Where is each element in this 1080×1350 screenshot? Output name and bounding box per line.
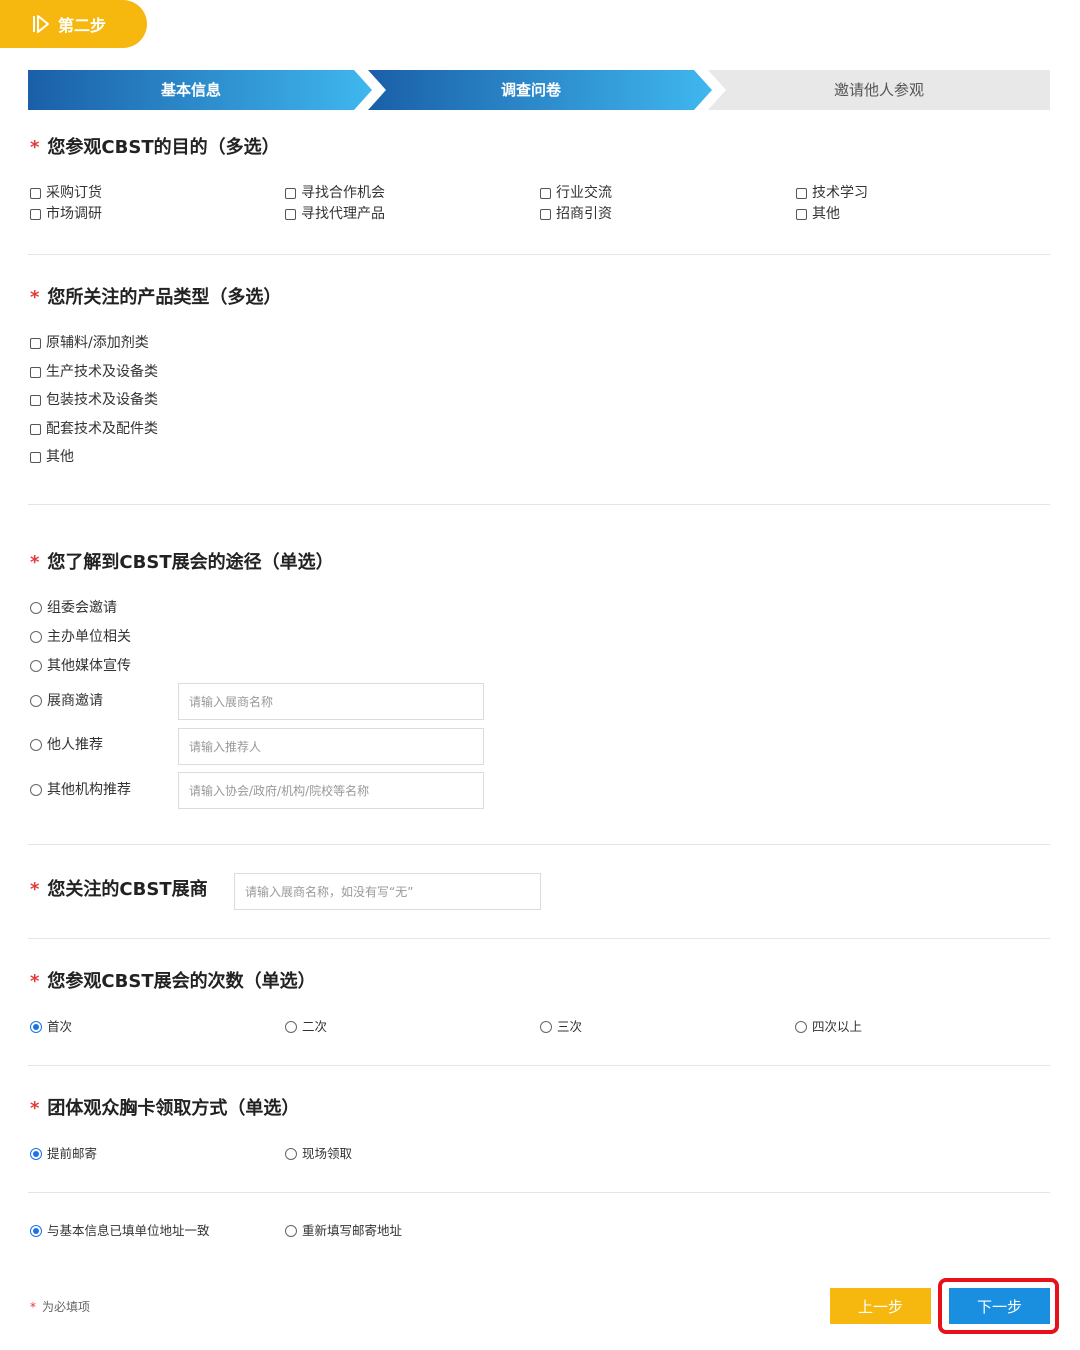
required-star: * bbox=[30, 971, 40, 992]
q5-option[interactable]: 二次 bbox=[285, 1017, 327, 1037]
q1-option[interactable]: 寻找合作机会 bbox=[285, 183, 385, 203]
radio-checked[interactable] bbox=[30, 1148, 42, 1160]
q1-option[interactable]: 其他 bbox=[796, 204, 840, 224]
q2-title: * 您所关注的产品类型（多选） bbox=[30, 287, 282, 308]
divider bbox=[28, 938, 1050, 939]
checkbox[interactable] bbox=[796, 187, 807, 199]
progress-step-2: 调查问卷 bbox=[500, 81, 561, 99]
divider bbox=[28, 1192, 1050, 1193]
radio[interactable] bbox=[30, 602, 42, 614]
divider bbox=[28, 844, 1050, 845]
referrer-input[interactable] bbox=[178, 728, 484, 765]
checkbox[interactable] bbox=[30, 423, 41, 435]
checkbox[interactable] bbox=[30, 337, 41, 349]
required-star: * bbox=[30, 1098, 40, 1119]
q3-option[interactable]: 其他媒体宣传 bbox=[30, 656, 131, 676]
checkbox[interactable] bbox=[285, 208, 296, 220]
q1-option[interactable]: 行业交流 bbox=[540, 183, 612, 203]
exhibitor-name-input[interactable] bbox=[178, 683, 484, 720]
q6-option[interactable]: 现场领取 bbox=[285, 1144, 352, 1164]
radio[interactable] bbox=[30, 784, 42, 796]
q5-option[interactable]: 三次 bbox=[540, 1017, 582, 1037]
radio[interactable] bbox=[285, 1148, 297, 1160]
q1-title: * 您参观CBST的目的（多选） bbox=[30, 137, 280, 158]
radio[interactable] bbox=[30, 660, 42, 672]
checkbox[interactable] bbox=[540, 187, 551, 199]
institution-input[interactable] bbox=[178, 772, 484, 809]
radio[interactable] bbox=[30, 631, 42, 643]
divider bbox=[28, 254, 1050, 255]
q3-option[interactable]: 展商邀请 bbox=[30, 691, 103, 711]
q3-option[interactable]: 主办单位相关 bbox=[30, 627, 131, 647]
radio-checked[interactable] bbox=[30, 1225, 42, 1237]
divider bbox=[28, 1065, 1050, 1066]
radio[interactable] bbox=[540, 1021, 552, 1033]
q1-option[interactable]: 寻找代理产品 bbox=[285, 204, 385, 224]
q2-option[interactable]: 包装技术及设备类 bbox=[30, 390, 158, 410]
q5-title: * 您参观CBST展会的次数（单选） bbox=[30, 971, 316, 992]
q1-option[interactable]: 采购订货 bbox=[30, 183, 102, 203]
radio[interactable] bbox=[795, 1021, 807, 1033]
required-star: * bbox=[30, 879, 40, 900]
checkbox[interactable] bbox=[30, 187, 41, 199]
followed-exhibitor-input[interactable] bbox=[234, 873, 541, 910]
q2-option[interactable]: 其他 bbox=[30, 447, 74, 467]
q2-option[interactable]: 生产技术及设备类 bbox=[30, 362, 158, 382]
required-note: * 为必填项 bbox=[30, 1300, 91, 1314]
prev-step-button[interactable]: 上一步 bbox=[830, 1288, 931, 1324]
step-badge: 第二步 bbox=[0, 0, 147, 48]
progress-step-3: 邀请他人参观 bbox=[833, 81, 924, 99]
address-option[interactable]: 与基本信息已填单位地址一致 bbox=[30, 1221, 210, 1241]
checkbox[interactable] bbox=[30, 366, 41, 378]
required-star: * bbox=[30, 137, 40, 158]
play-icon bbox=[33, 15, 49, 33]
checkbox[interactable] bbox=[30, 451, 41, 463]
checkbox[interactable] bbox=[796, 208, 807, 220]
q5-option[interactable]: 四次以上 bbox=[795, 1017, 862, 1037]
q6-title: * 团体观众胸卡领取方式（单选） bbox=[30, 1098, 300, 1119]
q5-option[interactable]: 首次 bbox=[30, 1017, 72, 1037]
next-step-button[interactable]: 下一步 bbox=[949, 1288, 1050, 1324]
required-star: * bbox=[30, 287, 40, 308]
q3-option[interactable]: 其他机构推荐 bbox=[30, 780, 131, 800]
q3-option[interactable]: 他人推荐 bbox=[30, 735, 103, 755]
radio[interactable] bbox=[285, 1225, 297, 1237]
progress-step-1: 基本信息 bbox=[160, 81, 221, 99]
radio[interactable] bbox=[285, 1021, 297, 1033]
q4-title: * 您关注的CBST展商 bbox=[30, 879, 208, 900]
divider bbox=[28, 504, 1050, 505]
q2-option[interactable]: 配套技术及配件类 bbox=[30, 419, 158, 439]
checkbox[interactable] bbox=[285, 187, 296, 199]
q2-option[interactable]: 原辅料/添加剂类 bbox=[30, 333, 149, 353]
progress-steps: 基本信息 调查问卷 邀请他人参观 bbox=[28, 70, 1050, 110]
checkbox[interactable] bbox=[30, 394, 41, 406]
required-star: * bbox=[30, 552, 40, 573]
checkbox[interactable] bbox=[540, 208, 551, 220]
radio[interactable] bbox=[30, 695, 42, 707]
checkbox[interactable] bbox=[30, 208, 41, 220]
q3-option[interactable]: 组委会邀请 bbox=[30, 598, 117, 618]
q1-option[interactable]: 招商引资 bbox=[540, 204, 612, 224]
q1-option[interactable]: 市场调研 bbox=[30, 204, 102, 224]
q6-option[interactable]: 提前邮寄 bbox=[30, 1144, 97, 1164]
radio[interactable] bbox=[30, 739, 42, 751]
address-option[interactable]: 重新填写邮寄地址 bbox=[285, 1221, 402, 1241]
q3-title: * 您了解到CBST展会的途径（单选） bbox=[30, 552, 334, 573]
q1-option[interactable]: 技术学习 bbox=[796, 183, 868, 203]
radio-checked[interactable] bbox=[30, 1021, 42, 1033]
required-star: * bbox=[30, 1300, 36, 1314]
step-badge-label: 第二步 bbox=[58, 16, 107, 35]
